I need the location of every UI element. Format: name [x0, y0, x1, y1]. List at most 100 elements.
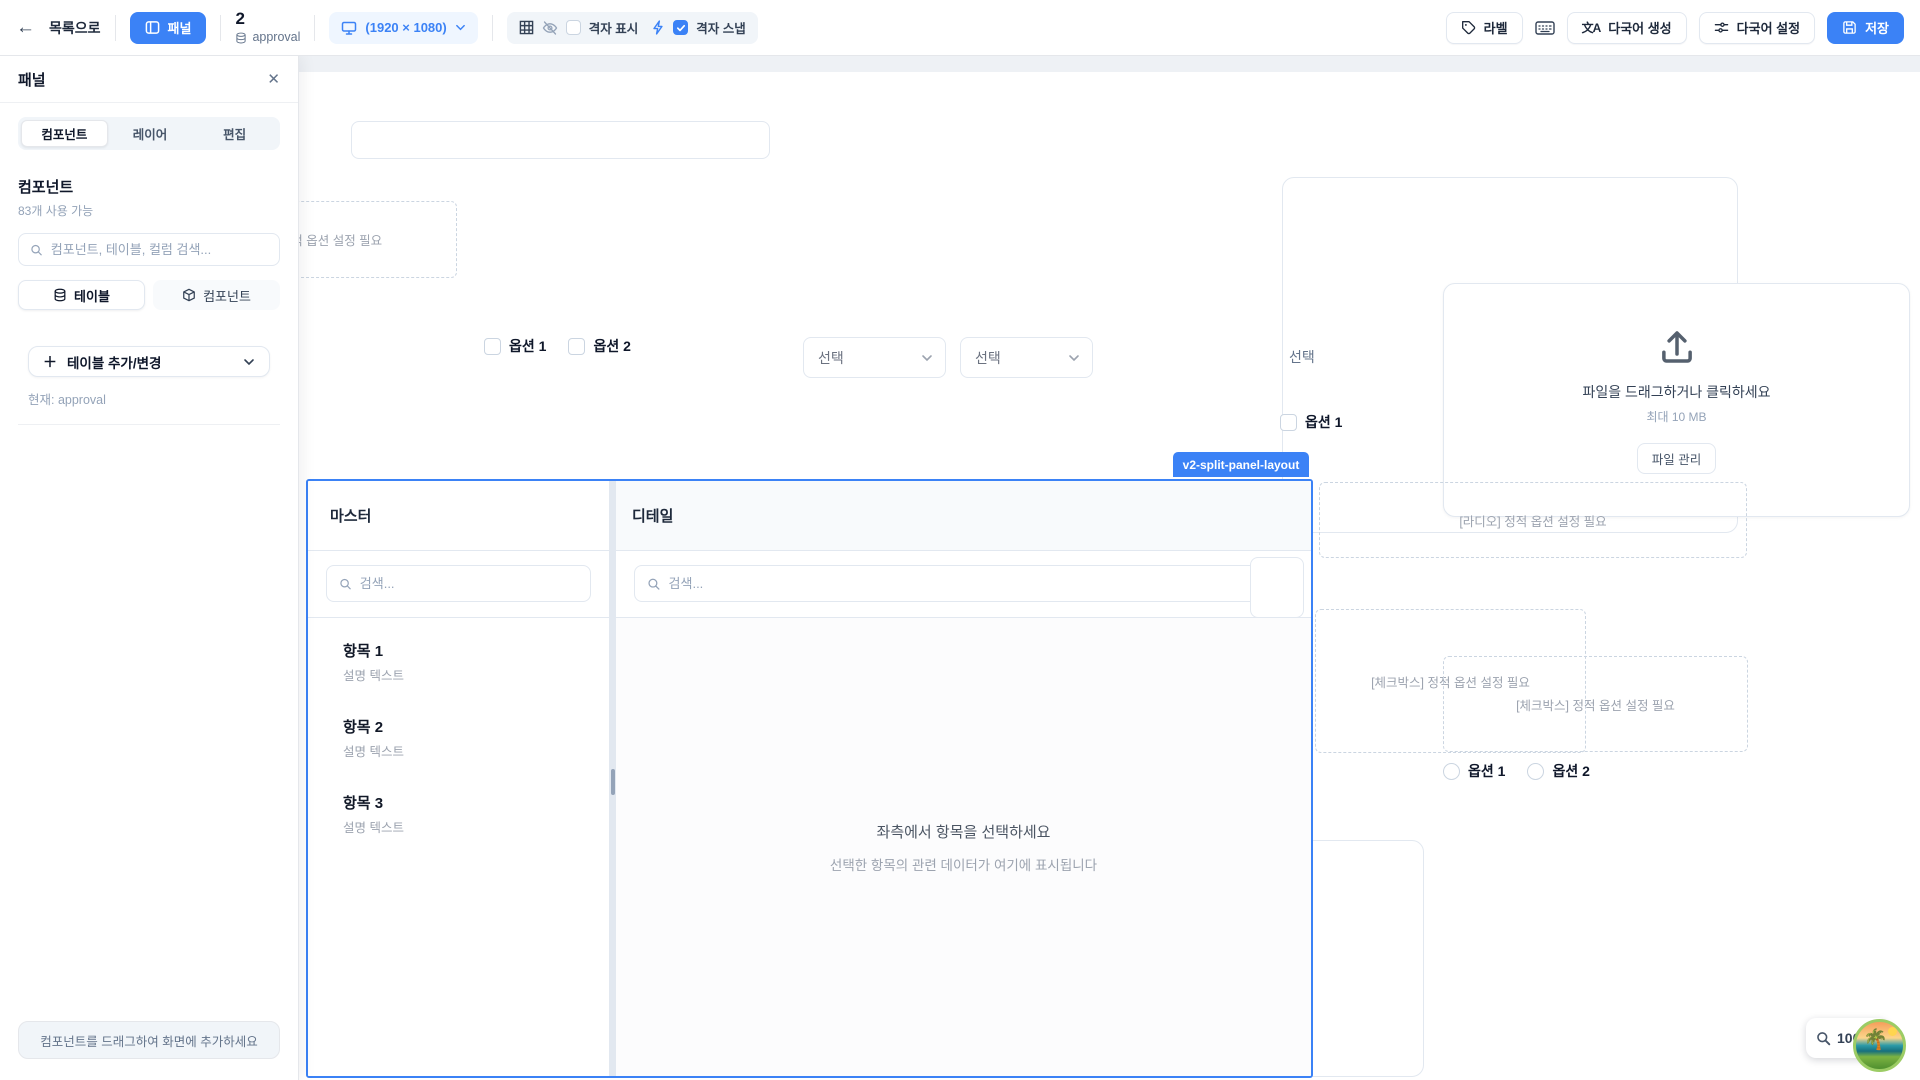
island-app-icon[interactable]: 🌴	[1853, 1019, 1906, 1072]
placeholder-radio-component[interactable]: [라디오] 정적 옵션 설정 필요	[1319, 482, 1747, 558]
grid-show-label: 격자 표시	[589, 18, 638, 37]
checkbox-option1-label: 옵션 1	[509, 336, 546, 356]
eye-off-icon	[542, 20, 558, 36]
detail-empty-state: 좌측에서 항목을 선택하세요 선택한 항목의 관련 데이터가 여기에 표시됩니다	[616, 618, 1311, 1076]
sun-icon	[1888, 1027, 1897, 1036]
chevron-down-icon	[1068, 352, 1080, 364]
radio-option1[interactable]	[1443, 763, 1460, 780]
shortcut-keyboard-button[interactable]	[1535, 20, 1555, 36]
label-button[interactable]: 라벨	[1446, 12, 1523, 44]
bound-table-name: approval	[252, 31, 300, 45]
checkbox-option1[interactable]	[484, 338, 501, 355]
canvas-select-2[interactable]: 선택	[960, 337, 1093, 378]
canvas-select-1[interactable]: 선택	[803, 337, 946, 378]
translate-icon: 文A	[1582, 19, 1601, 36]
master-title: 마스터	[330, 505, 371, 526]
divider	[18, 424, 280, 425]
canvas-small-component[interactable]	[1250, 557, 1304, 618]
save-icon	[1842, 20, 1857, 35]
divider	[115, 15, 116, 41]
split-resizer-handle[interactable]	[609, 481, 616, 1076]
i18n-generate-label: 다국어 생성	[1608, 18, 1671, 37]
back-to-list-label[interactable]: 목록으로	[49, 18, 101, 38]
list-item-desc: 설명 텍스트	[343, 741, 609, 760]
divider	[314, 15, 315, 41]
grid-show-checkbox[interactable]	[566, 20, 581, 35]
back-button[interactable]: ←	[16, 17, 35, 39]
top-toolbar: ← 목록으로 패널 2 approval (1920 × 1080) 격자 표	[0, 0, 1920, 56]
detail-search-box[interactable]	[634, 565, 1293, 602]
detail-title: 디테일	[632, 505, 673, 526]
tab-edit[interactable]: 편집	[192, 120, 277, 147]
component-search-input[interactable]	[51, 242, 268, 257]
chevron-down-icon	[921, 352, 933, 364]
divider	[220, 15, 221, 41]
radio-option1-label: 옵션 1	[1468, 761, 1505, 781]
keyboard-icon	[1535, 20, 1555, 36]
source-tab-components[interactable]: 컴포넌트	[153, 280, 280, 310]
upload-title: 파일을 드래그하거나 클릭하세요	[1582, 382, 1770, 402]
tab-layers[interactable]: 레이어	[108, 120, 193, 147]
screen-size-value: (1920 × 1080)	[365, 20, 446, 35]
screen-size-selector[interactable]: (1920 × 1080)	[329, 12, 477, 44]
list-item-title: 항목 3	[343, 792, 609, 813]
empty-state-title: 좌측에서 항목을 선택하세요	[877, 821, 1051, 842]
drag-hint-text: 컴포넌트를 드래그하여 화면에 추가하세요	[40, 1031, 257, 1050]
current-table-label: 현재: approval	[28, 389, 270, 408]
panel-toggle-button[interactable]: 패널	[130, 12, 207, 44]
split-master-panel: 마스터 항목 1 설명 텍스트 항목 2 설명 텍스트 항목 3 설명 텍스트	[308, 481, 609, 1076]
close-icon[interactable]: ✕	[267, 70, 280, 88]
save-button[interactable]: 저장	[1827, 12, 1904, 44]
source-tab-components-label: 컴포넌트	[203, 286, 251, 305]
split-panel-component[interactable]: 마스터 항목 1 설명 텍스트 항목 2 설명 텍스트 항목 3 설명 텍스트	[306, 479, 1313, 1078]
canvas-radio-group[interactable]: 옵션 1 옵션 2	[1443, 761, 1590, 781]
grid-options-group: 격자 표시 격자 스냅	[507, 12, 758, 44]
radio-option2[interactable]	[1527, 763, 1544, 780]
list-item[interactable]: 항목 3 설명 텍스트	[343, 784, 609, 860]
placeholder-checkbox-text: [체크박스] 정적 옵션 설정 필요	[1516, 695, 1675, 714]
magnifier-icon	[1816, 1031, 1831, 1046]
grid-snap-checkbox[interactable]	[673, 20, 688, 35]
list-item[interactable]: 항목 1 설명 텍스트	[343, 632, 609, 708]
component-search-box[interactable]	[18, 233, 280, 266]
search-icon	[339, 577, 352, 591]
source-tab-tables[interactable]: 테이블	[18, 280, 145, 310]
split-detail-panel: 디테일 좌측에서 항목을 선택하세요 선택한 항목의 관련 데이터가 여기에 표…	[616, 481, 1311, 1076]
i18n-settings-button[interactable]: 다국어 설정	[1699, 12, 1815, 44]
i18n-generate-button[interactable]: 文A 다국어 생성	[1567, 12, 1687, 44]
panel-tabs: 컴포넌트 레이어 편집	[18, 117, 280, 150]
select-2-value: 선택	[975, 348, 1001, 368]
master-search-box[interactable]	[326, 565, 591, 602]
add-table-button[interactable]: ＋ 테이블 추가/변경	[28, 346, 270, 377]
master-search-input[interactable]	[360, 576, 578, 591]
panel-title: 패널	[18, 69, 46, 90]
tab-components[interactable]: 컴포넌트	[21, 120, 108, 147]
resizer-grip	[611, 769, 615, 795]
file-manage-button[interactable]: 파일 관리	[1637, 443, 1716, 474]
card-checkbox-row[interactable]: 옵션 1	[1280, 412, 1342, 432]
placeholder-radio-text: [라디오] 정적 옵션 설정 필요	[1459, 511, 1606, 530]
detail-search-row	[616, 551, 1311, 618]
chevron-down-icon	[455, 22, 466, 33]
components-section-title: 컴포넌트	[18, 176, 280, 197]
check-icon	[676, 23, 686, 33]
panel-icon	[145, 20, 160, 35]
list-item-desc: 설명 텍스트	[343, 665, 609, 684]
list-item[interactable]: 항목 2 설명 텍스트	[343, 708, 609, 784]
sliders-icon	[1714, 20, 1729, 35]
card-select-label[interactable]: 선택	[1289, 347, 1315, 367]
save-button-label: 저장	[1865, 18, 1889, 37]
list-item-title: 항목 1	[343, 640, 609, 661]
card-checkbox-label: 옵션 1	[1305, 412, 1342, 432]
components-panel: 패널 ✕ 컴포넌트 레이어 편집 컴포넌트 83개 사용 가능 테이블 컴포넌트…	[0, 56, 299, 1080]
component-type-badge-label: v2-split-panel-layout	[1183, 458, 1300, 472]
checkbox-option2[interactable]	[568, 338, 585, 355]
canvas-text-input[interactable]	[351, 121, 770, 159]
detail-search-input[interactable]	[669, 576, 1280, 591]
placeholder-checkbox-component-2[interactable]: [체크박스] 정적 옵션 설정 필요	[1443, 656, 1748, 752]
card-checkbox[interactable]	[1280, 414, 1297, 431]
canvas-checkbox-group[interactable]: 옵션 1 옵션 2	[484, 336, 631, 356]
checkbox-option2-label: 옵션 2	[593, 336, 630, 356]
master-search-row	[308, 551, 609, 618]
divider	[492, 15, 493, 41]
